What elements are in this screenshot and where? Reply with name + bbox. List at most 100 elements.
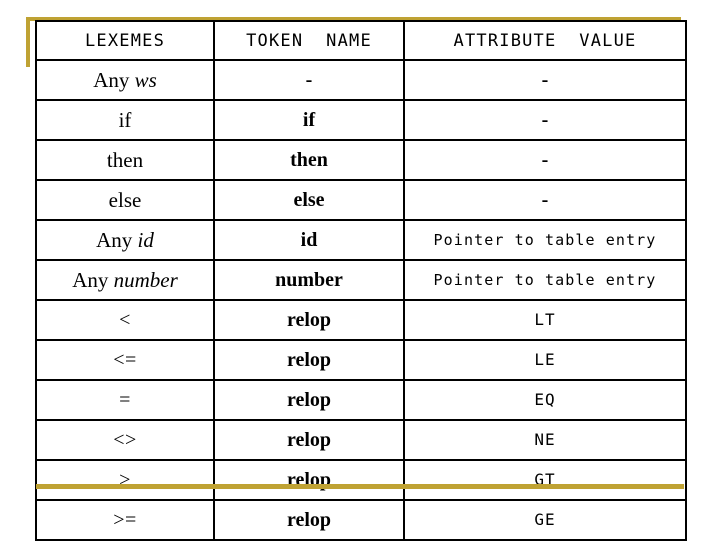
column-header-lexemes-label: LEXEMES bbox=[84, 30, 166, 51]
cell-lexeme: >= bbox=[35, 499, 215, 541]
lexeme-prefix: = bbox=[119, 388, 131, 411]
attribute-value-text: - bbox=[541, 148, 549, 171]
lexeme-prefix: if bbox=[118, 107, 132, 132]
cell-token-name: relop bbox=[213, 379, 405, 421]
token-name-text: then bbox=[290, 148, 328, 171]
attribute-value-text: - bbox=[541, 68, 549, 91]
cell-attribute-value: - bbox=[403, 99, 687, 141]
lexeme-italic-term: ws bbox=[134, 67, 157, 92]
lexeme-prefix: >= bbox=[113, 508, 137, 531]
cell-lexeme: if bbox=[35, 99, 215, 141]
cell-lexeme: then bbox=[35, 139, 215, 181]
lexeme-text: if bbox=[119, 108, 132, 132]
cell-attribute-value: GT bbox=[403, 459, 687, 501]
slide-canvas: LEXEMES TOKEN NAME ATTRIBUTE VALUE Any w… bbox=[0, 0, 720, 541]
column-header-token-name: TOKEN NAME bbox=[213, 20, 405, 61]
lexeme-token-table: LEXEMES TOKEN NAME ATTRIBUTE VALUE Any w… bbox=[35, 20, 687, 541]
token-name-text: relop bbox=[286, 348, 332, 371]
table-row: Any number number Pointer to table entry bbox=[35, 259, 687, 301]
table-row: < relop LT bbox=[35, 299, 687, 341]
table-row: else else - bbox=[35, 179, 687, 221]
lexeme-prefix: Any bbox=[96, 227, 138, 252]
token-name-text: relop bbox=[286, 508, 332, 531]
token-name-text: number bbox=[275, 268, 343, 291]
attribute-value-text: LT bbox=[534, 310, 556, 329]
column-header-attribute-value: ATTRIBUTE VALUE bbox=[403, 20, 687, 61]
cell-lexeme: else bbox=[35, 179, 215, 221]
cell-token-name: relop bbox=[213, 419, 405, 461]
cell-attribute-value: GE bbox=[403, 499, 687, 541]
attribute-value-text: EQ bbox=[534, 390, 556, 409]
table-row: > relop GT bbox=[35, 459, 687, 501]
cell-lexeme: Any ws bbox=[35, 59, 215, 101]
table-row: <> relop NE bbox=[35, 419, 687, 461]
lexeme-text: < bbox=[119, 309, 131, 331]
column-header-lexemes: LEXEMES bbox=[35, 20, 215, 61]
lexeme-prefix: Any bbox=[93, 67, 135, 92]
table-row: = relop EQ bbox=[35, 379, 687, 421]
lexeme-italic-term: id bbox=[137, 227, 154, 252]
cell-token-name: else bbox=[213, 179, 405, 221]
cell-attribute-value: Pointer to table entry bbox=[403, 259, 687, 301]
cell-lexeme: <> bbox=[35, 419, 215, 461]
lexeme-text: >= bbox=[113, 509, 137, 531]
accent-rule-bottom-icon bbox=[36, 484, 684, 489]
lexeme-prefix: < bbox=[119, 308, 131, 331]
cell-lexeme: < bbox=[35, 299, 215, 341]
cell-attribute-value: Pointer to table entry bbox=[403, 219, 687, 261]
lexeme-text: <> bbox=[113, 429, 137, 451]
lexeme-prefix: <> bbox=[113, 428, 137, 451]
cell-attribute-value: LT bbox=[403, 299, 687, 341]
cell-attribute-value: - bbox=[403, 179, 687, 221]
lexeme-text: Any ws bbox=[93, 68, 157, 92]
token-name-text: if bbox=[302, 108, 316, 131]
cell-token-name: relop bbox=[213, 339, 405, 381]
token-name-text: relop bbox=[286, 428, 332, 451]
cell-attribute-value: - bbox=[403, 139, 687, 181]
cell-token-name: id bbox=[213, 219, 405, 261]
accent-rule-left-icon bbox=[26, 17, 30, 67]
cell-token-name: relop bbox=[213, 459, 405, 501]
cell-lexeme: <= bbox=[35, 339, 215, 381]
table-header-row: LEXEMES TOKEN NAME ATTRIBUTE VALUE bbox=[35, 20, 687, 61]
column-header-attribute-value-label: ATTRIBUTE VALUE bbox=[453, 30, 637, 51]
cell-token-name: relop bbox=[213, 499, 405, 541]
cell-token-name: - bbox=[213, 59, 405, 101]
token-name-text: - bbox=[305, 68, 313, 91]
cell-token-name: relop bbox=[213, 299, 405, 341]
attribute-value-text: LE bbox=[534, 350, 556, 369]
attribute-value-text: Pointer to table entry bbox=[433, 230, 657, 249]
lexeme-italic-term: number bbox=[113, 267, 178, 292]
lexeme-prefix: <= bbox=[113, 348, 137, 371]
attribute-value-text: GE bbox=[534, 510, 556, 529]
cell-attribute-value: EQ bbox=[403, 379, 687, 421]
lexeme-prefix: else bbox=[108, 187, 142, 212]
token-name-text: relop bbox=[286, 308, 332, 331]
cell-lexeme: Any number bbox=[35, 259, 215, 301]
attribute-value-text: NE bbox=[534, 430, 556, 449]
lexeme-text: Any number bbox=[72, 268, 178, 292]
lexeme-text: else bbox=[109, 188, 142, 212]
token-name-text: id bbox=[300, 228, 318, 251]
lexeme-text: <= bbox=[113, 349, 137, 371]
lexeme-text: Any id bbox=[96, 228, 154, 252]
token-name-text: relop bbox=[286, 388, 332, 411]
cell-token-name: number bbox=[213, 259, 405, 301]
cell-lexeme: = bbox=[35, 379, 215, 421]
cell-attribute-value: NE bbox=[403, 419, 687, 461]
token-name-text: else bbox=[293, 188, 325, 211]
lexeme-prefix: then bbox=[106, 147, 144, 172]
cell-token-name: then bbox=[213, 139, 405, 181]
table-row: then then - bbox=[35, 139, 687, 181]
cell-attribute-value: LE bbox=[403, 339, 687, 381]
table-row: Any ws - - bbox=[35, 59, 687, 101]
table-row: if if - bbox=[35, 99, 687, 141]
cell-lexeme: > bbox=[35, 459, 215, 501]
attribute-value-text: - bbox=[541, 188, 549, 211]
column-header-token-name-label: TOKEN NAME bbox=[246, 30, 372, 51]
table-row: >= relop GE bbox=[35, 499, 687, 541]
cell-token-name: if bbox=[213, 99, 405, 141]
table-row: Any id id Pointer to table entry bbox=[35, 219, 687, 261]
lexeme-prefix: Any bbox=[72, 267, 114, 292]
attribute-value-text: Pointer to table entry bbox=[433, 270, 657, 289]
